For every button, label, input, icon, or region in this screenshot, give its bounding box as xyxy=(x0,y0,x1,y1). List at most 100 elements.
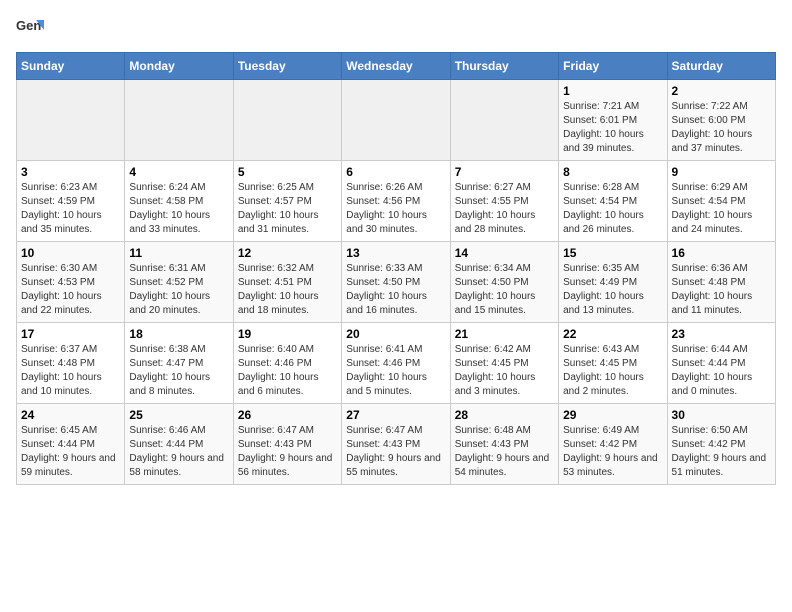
calendar-cell: 12 Sunrise: 6:32 AM Sunset: 4:51 PM Dayli… xyxy=(233,242,341,323)
day-info: Sunrise: 6:47 AM Sunset: 4:43 PM Dayligh… xyxy=(238,424,337,480)
calendar-cell: 7 Sunrise: 6:27 AM Sunset: 4:55 PM Daylig… xyxy=(450,161,558,242)
page-header: Gen xyxy=(16,16,776,44)
weekday-header-thursday: Thursday xyxy=(450,53,558,80)
day-number: 21 xyxy=(455,327,554,341)
day-info: Sunrise: 6:33 AM Sunset: 4:50 PM Dayligh… xyxy=(346,262,445,318)
day-number: 28 xyxy=(455,408,554,422)
weekday-header-saturday: Saturday xyxy=(667,53,775,80)
weekday-header-tuesday: Tuesday xyxy=(233,53,341,80)
weekday-header-friday: Friday xyxy=(559,53,667,80)
calendar-cell: 19 Sunrise: 6:40 AM Sunset: 4:46 PM Dayli… xyxy=(233,323,341,404)
day-info: Sunrise: 6:40 AM Sunset: 4:46 PM Dayligh… xyxy=(238,343,337,399)
day-number: 23 xyxy=(672,327,771,341)
day-info: Sunrise: 6:38 AM Sunset: 4:47 PM Dayligh… xyxy=(129,343,228,399)
weekday-header-row: SundayMondayTuesdayWednesdayThursdayFrid… xyxy=(17,53,776,80)
day-number: 17 xyxy=(21,327,120,341)
logo: Gen xyxy=(16,16,46,44)
day-number: 22 xyxy=(563,327,662,341)
calendar-cell: 29Sunrise: 6:49 AM Sunset: 4:42 PM Dayli… xyxy=(559,404,667,485)
day-info: Sunrise: 6:46 AM Sunset: 4:44 PM Dayligh… xyxy=(129,424,228,480)
day-info: Sunrise: 6:26 AM Sunset: 4:56 PM Dayligh… xyxy=(346,181,445,237)
day-info: Sunrise: 6:47 AM Sunset: 4:43 PM Dayligh… xyxy=(346,424,445,480)
calendar-cell: 4 Sunrise: 6:24 AM Sunset: 4:58 PM Daylig… xyxy=(125,161,233,242)
day-number: 12 xyxy=(238,246,337,260)
calendar-cell: 10 Sunrise: 6:30 AM Sunset: 4:53 PM Dayli… xyxy=(17,242,125,323)
calendar-cell: 5 Sunrise: 6:25 AM Sunset: 4:57 PM Daylig… xyxy=(233,161,341,242)
day-number: 11 xyxy=(129,246,228,260)
day-info: Sunrise: 6:27 AM Sunset: 4:55 PM Dayligh… xyxy=(455,181,554,237)
day-info: Sunrise: 6:50 AM Sunset: 4:42 PM Dayligh… xyxy=(672,424,771,480)
day-number: 15 xyxy=(563,246,662,260)
calendar-cell xyxy=(233,80,341,161)
calendar-cell: 2 Sunrise: 7:22 AM Sunset: 6:00 PM Daylig… xyxy=(667,80,775,161)
calendar-cell: 3Sunrise: 6:23 AM Sunset: 4:59 PM Daylig… xyxy=(17,161,125,242)
calendar-cell: 1Sunrise: 7:21 AM Sunset: 6:01 PM Daylig… xyxy=(559,80,667,161)
day-info: Sunrise: 6:25 AM Sunset: 4:57 PM Dayligh… xyxy=(238,181,337,237)
day-number: 8 xyxy=(563,165,662,179)
day-info: Sunrise: 7:21 AM Sunset: 6:01 PM Dayligh… xyxy=(563,100,662,156)
day-info: Sunrise: 6:30 AM Sunset: 4:53 PM Dayligh… xyxy=(21,262,120,318)
day-number: 20 xyxy=(346,327,445,341)
weekday-header-wednesday: Wednesday xyxy=(342,53,450,80)
calendar-week-4: 17 Sunrise: 6:37 AM Sunset: 4:48 PM Dayli… xyxy=(17,323,776,404)
day-number: 26 xyxy=(238,408,337,422)
calendar-cell: 17 Sunrise: 6:37 AM Sunset: 4:48 PM Dayli… xyxy=(17,323,125,404)
calendar-cell: 30 Sunrise: 6:50 AM Sunset: 4:42 PM Dayli… xyxy=(667,404,775,485)
calendar-cell: 23 Sunrise: 6:44 AM Sunset: 4:44 PM Dayli… xyxy=(667,323,775,404)
day-info: Sunrise: 7:22 AM Sunset: 6:00 PM Dayligh… xyxy=(672,100,771,156)
day-info: Sunrise: 6:31 AM Sunset: 4:52 PM Dayligh… xyxy=(129,262,228,318)
day-number: 24 xyxy=(21,408,120,422)
day-number: 3 xyxy=(21,165,120,179)
calendar-cell: 6Sunrise: 6:26 AM Sunset: 4:56 PM Daylig… xyxy=(342,161,450,242)
calendar-cell: 27Sunrise: 6:47 AM Sunset: 4:43 PM Dayli… xyxy=(342,404,450,485)
calendar-cell: 24 Sunrise: 6:45 AM Sunset: 4:44 PM Dayli… xyxy=(17,404,125,485)
calendar-week-3: 10 Sunrise: 6:30 AM Sunset: 4:53 PM Dayli… xyxy=(17,242,776,323)
day-info: Sunrise: 6:37 AM Sunset: 4:48 PM Dayligh… xyxy=(21,343,120,399)
day-number: 30 xyxy=(672,408,771,422)
calendar-cell: 13 Sunrise: 6:33 AM Sunset: 4:50 PM Dayli… xyxy=(342,242,450,323)
calendar-cell: 14 Sunrise: 6:34 AM Sunset: 4:50 PM Dayli… xyxy=(450,242,558,323)
calendar-cell: 22 Sunrise: 6:43 AM Sunset: 4:45 PM Dayli… xyxy=(559,323,667,404)
day-info: Sunrise: 6:44 AM Sunset: 4:44 PM Dayligh… xyxy=(672,343,771,399)
day-number: 4 xyxy=(129,165,228,179)
calendar-table: SundayMondayTuesdayWednesdayThursdayFrid… xyxy=(16,52,776,485)
day-info: Sunrise: 6:35 AM Sunset: 4:49 PM Dayligh… xyxy=(563,262,662,318)
day-number: 14 xyxy=(455,246,554,260)
day-number: 13 xyxy=(346,246,445,260)
logo-icon: Gen xyxy=(16,16,44,44)
calendar-cell: 21 Sunrise: 6:42 AM Sunset: 4:45 PM Dayli… xyxy=(450,323,558,404)
day-info: Sunrise: 6:48 AM Sunset: 4:43 PM Dayligh… xyxy=(455,424,554,480)
calendar-cell: 25 Sunrise: 6:46 AM Sunset: 4:44 PM Dayli… xyxy=(125,404,233,485)
calendar-cell: 9Sunrise: 6:29 AM Sunset: 4:54 PM Daylig… xyxy=(667,161,775,242)
calendar-cell xyxy=(17,80,125,161)
calendar-cell: 15 Sunrise: 6:35 AM Sunset: 4:49 PM Dayli… xyxy=(559,242,667,323)
calendar-week-1: 1Sunrise: 7:21 AM Sunset: 6:01 PM Daylig… xyxy=(17,80,776,161)
day-number: 2 xyxy=(672,84,771,98)
calendar-cell: 26 Sunrise: 6:47 AM Sunset: 4:43 PM Dayli… xyxy=(233,404,341,485)
day-info: Sunrise: 6:24 AM Sunset: 4:58 PM Dayligh… xyxy=(129,181,228,237)
day-info: Sunrise: 6:36 AM Sunset: 4:48 PM Dayligh… xyxy=(672,262,771,318)
day-number: 25 xyxy=(129,408,228,422)
day-number: 18 xyxy=(129,327,228,341)
calendar-week-2: 3Sunrise: 6:23 AM Sunset: 4:59 PM Daylig… xyxy=(17,161,776,242)
weekday-header-monday: Monday xyxy=(125,53,233,80)
day-number: 29 xyxy=(563,408,662,422)
day-info: Sunrise: 6:29 AM Sunset: 4:54 PM Dayligh… xyxy=(672,181,771,237)
day-number: 10 xyxy=(21,246,120,260)
day-number: 7 xyxy=(455,165,554,179)
day-info: Sunrise: 6:34 AM Sunset: 4:50 PM Dayligh… xyxy=(455,262,554,318)
calendar-cell: 28 Sunrise: 6:48 AM Sunset: 4:43 PM Dayli… xyxy=(450,404,558,485)
day-info: Sunrise: 6:32 AM Sunset: 4:51 PM Dayligh… xyxy=(238,262,337,318)
calendar-cell: 20 Sunrise: 6:41 AM Sunset: 4:46 PM Dayli… xyxy=(342,323,450,404)
weekday-header-sunday: Sunday xyxy=(17,53,125,80)
calendar-cell xyxy=(450,80,558,161)
day-info: Sunrise: 6:45 AM Sunset: 4:44 PM Dayligh… xyxy=(21,424,120,480)
day-info: Sunrise: 6:43 AM Sunset: 4:45 PM Dayligh… xyxy=(563,343,662,399)
day-number: 19 xyxy=(238,327,337,341)
day-info: Sunrise: 6:41 AM Sunset: 4:46 PM Dayligh… xyxy=(346,343,445,399)
calendar-cell xyxy=(125,80,233,161)
day-number: 5 xyxy=(238,165,337,179)
day-info: Sunrise: 6:28 AM Sunset: 4:54 PM Dayligh… xyxy=(563,181,662,237)
day-info: Sunrise: 6:42 AM Sunset: 4:45 PM Dayligh… xyxy=(455,343,554,399)
calendar-week-5: 24 Sunrise: 6:45 AM Sunset: 4:44 PM Dayli… xyxy=(17,404,776,485)
